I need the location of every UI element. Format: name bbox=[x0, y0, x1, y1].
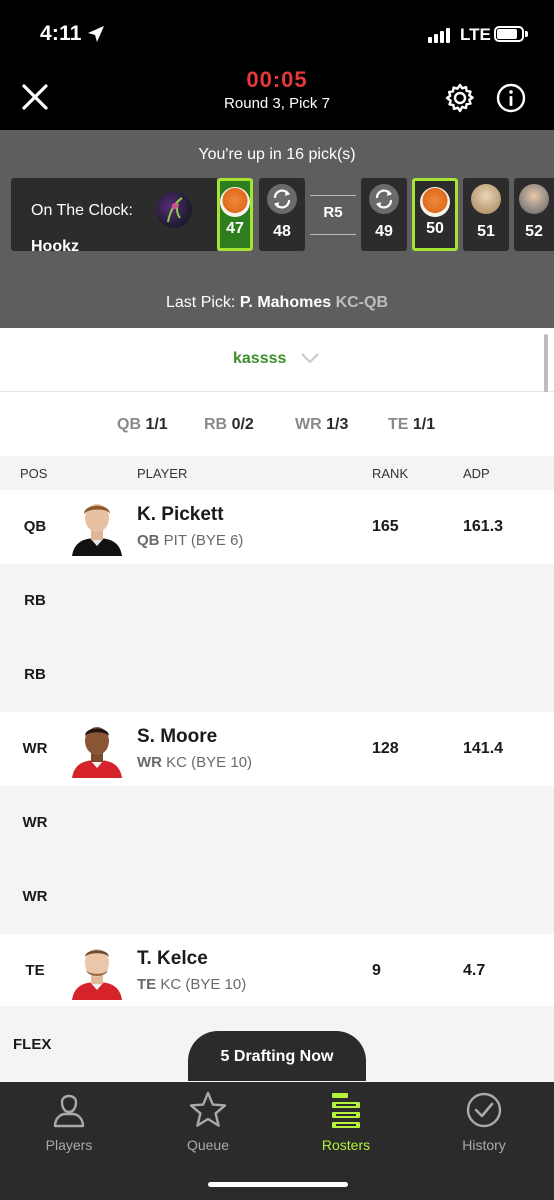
roster-slot-label: QB bbox=[23, 518, 47, 535]
player-team-info: WR KC (BYE 10) bbox=[137, 754, 253, 771]
player-rank: 165 bbox=[372, 518, 399, 535]
roster-slot-label: WR bbox=[22, 814, 48, 831]
nav-label: Rosters bbox=[321, 1137, 371, 1153]
pick-slot-47[interactable]: 47 bbox=[217, 178, 253, 251]
roster-slot-label: TE bbox=[25, 962, 45, 979]
pick-slot-52[interactable]: 52 bbox=[514, 178, 554, 251]
on-the-clock-card[interactable]: On The Clock: Hookz bbox=[11, 178, 217, 255]
nav-history[interactable]: History bbox=[424, 1090, 544, 1153]
column-header-player: PLAYER bbox=[137, 466, 188, 481]
avatar bbox=[156, 192, 192, 228]
status-time: 4:11 bbox=[40, 22, 82, 45]
player-photo bbox=[68, 720, 126, 778]
position-count-wr: WR 1/3 bbox=[295, 416, 349, 433]
dog-avatar bbox=[471, 184, 501, 214]
round-marker-label: R5 bbox=[323, 204, 343, 221]
swap-icon bbox=[267, 184, 297, 214]
column-header-rank: RANK bbox=[372, 466, 409, 481]
roster-slot-label: FLEX bbox=[13, 1036, 52, 1053]
player-team-info: QB PIT (BYE 6) bbox=[137, 532, 244, 549]
player-photo bbox=[68, 942, 126, 1000]
orange-ball-avatar bbox=[220, 187, 250, 217]
roster-slot-label: WR bbox=[22, 888, 48, 905]
orange-ball-avatar bbox=[420, 187, 450, 217]
pick-number: 47 bbox=[226, 220, 244, 237]
network-label: LTE bbox=[460, 25, 491, 44]
roster-icon bbox=[332, 1093, 360, 1128]
last-pick-line: Last Pick: P. Mahomes KC-QB bbox=[0, 294, 554, 312]
roster-slot-label: WR bbox=[22, 740, 48, 757]
player-photo bbox=[68, 498, 126, 556]
team-selector-dropdown[interactable]: kassss bbox=[0, 328, 554, 392]
player-adp: 4.7 bbox=[463, 962, 486, 979]
roster-row-wr-empty[interactable]: WR bbox=[0, 786, 554, 860]
person-icon bbox=[53, 1094, 85, 1128]
player-name: S. Moore bbox=[137, 726, 218, 747]
position-counts: QB 1/1 RB 0/2 WR 1/3 TE 1/1 bbox=[0, 392, 554, 456]
last-pick-position: KC-QB bbox=[335, 294, 388, 311]
roster-table-header: POS PLAYER RANK ADP bbox=[0, 456, 554, 490]
team-name: kassss bbox=[233, 350, 287, 367]
pick-number: 50 bbox=[426, 220, 444, 237]
pick-slot-48[interactable]: 48 bbox=[259, 178, 305, 251]
signal-icon bbox=[428, 28, 450, 43]
roster-row-rb-empty[interactable]: RB bbox=[0, 638, 554, 712]
swap-icon bbox=[369, 184, 399, 214]
pick-number: 52 bbox=[525, 223, 543, 240]
check-circle-icon bbox=[466, 1092, 502, 1128]
nav-players[interactable]: Players bbox=[9, 1090, 129, 1153]
info-icon[interactable] bbox=[495, 82, 527, 114]
nav-queue[interactable]: Queue bbox=[148, 1090, 268, 1153]
on-the-clock-user: Hookz bbox=[31, 238, 79, 255]
picks-until-turn: You're up in 16 pick(s) bbox=[198, 146, 356, 163]
player-name: T. Kelce bbox=[137, 948, 208, 969]
roster-row-qb[interactable]: QB K. Pickett QB PIT (BYE 6) 165 161.3 bbox=[0, 490, 554, 564]
pick-slot-49[interactable]: 49 bbox=[361, 178, 407, 251]
man-avatar bbox=[519, 184, 549, 214]
column-header-pos: POS bbox=[20, 466, 48, 481]
pick-number: 48 bbox=[273, 223, 291, 240]
player-adp: 141.4 bbox=[463, 740, 504, 757]
pick-slot-51[interactable]: 51 bbox=[463, 178, 509, 251]
last-pick-label: Last Pick: bbox=[166, 294, 236, 311]
nav-label: History bbox=[462, 1137, 506, 1153]
roster-row-wr[interactable]: WR S. Moore WR KC (BYE 10) 128 141.4 bbox=[0, 712, 554, 786]
roster-slot-label: RB bbox=[24, 592, 46, 609]
nav-label: Players bbox=[45, 1137, 93, 1153]
pick-number: 49 bbox=[375, 223, 393, 240]
draft-board-panel: You're up in 16 pick(s) On The Clock: Ho… bbox=[0, 130, 554, 328]
gear-icon[interactable] bbox=[444, 82, 476, 114]
roster-row-rb-empty[interactable]: RB bbox=[0, 564, 554, 638]
column-header-adp: ADP bbox=[463, 466, 490, 481]
nav-label: Queue bbox=[186, 1137, 230, 1153]
location-arrow-icon bbox=[88, 26, 104, 42]
pick-slot-50[interactable]: 50 bbox=[412, 178, 458, 251]
star-icon bbox=[189, 1091, 227, 1127]
roster-row-te[interactable]: TE T. Kelce TE KC (BYE 10) 9 4.7 bbox=[0, 934, 554, 1006]
player-team-info: TE KC (BYE 10) bbox=[137, 976, 247, 993]
chevron-down-icon bbox=[301, 353, 319, 364]
player-name: K. Pickett bbox=[137, 504, 224, 525]
roster-row-wr-empty[interactable]: WR bbox=[0, 860, 554, 934]
last-pick-player: P. Mahomes bbox=[239, 294, 332, 311]
pick-number: 51 bbox=[477, 223, 495, 240]
round-marker: R5 bbox=[310, 178, 356, 251]
position-count-rb: RB 0/2 bbox=[204, 416, 254, 433]
position-count-qb: QB 1/1 bbox=[117, 416, 168, 433]
roster-slot-label: RB bbox=[24, 666, 46, 683]
player-adp: 161.3 bbox=[463, 518, 504, 535]
player-rank: 9 bbox=[372, 962, 381, 979]
on-the-clock-label: On The Clock: bbox=[31, 202, 133, 219]
battery-icon bbox=[494, 26, 524, 42]
home-indicator[interactable] bbox=[208, 1182, 348, 1187]
player-rank: 128 bbox=[372, 740, 399, 757]
drafting-now-tab[interactable]: 5 Drafting Now bbox=[188, 1031, 366, 1081]
top-header: 4:11 LTE 00:05 Round 3, Pick 7 bbox=[0, 0, 554, 130]
nav-rosters[interactable]: Rosters bbox=[286, 1090, 406, 1153]
position-count-te: TE 1/1 bbox=[388, 416, 436, 433]
